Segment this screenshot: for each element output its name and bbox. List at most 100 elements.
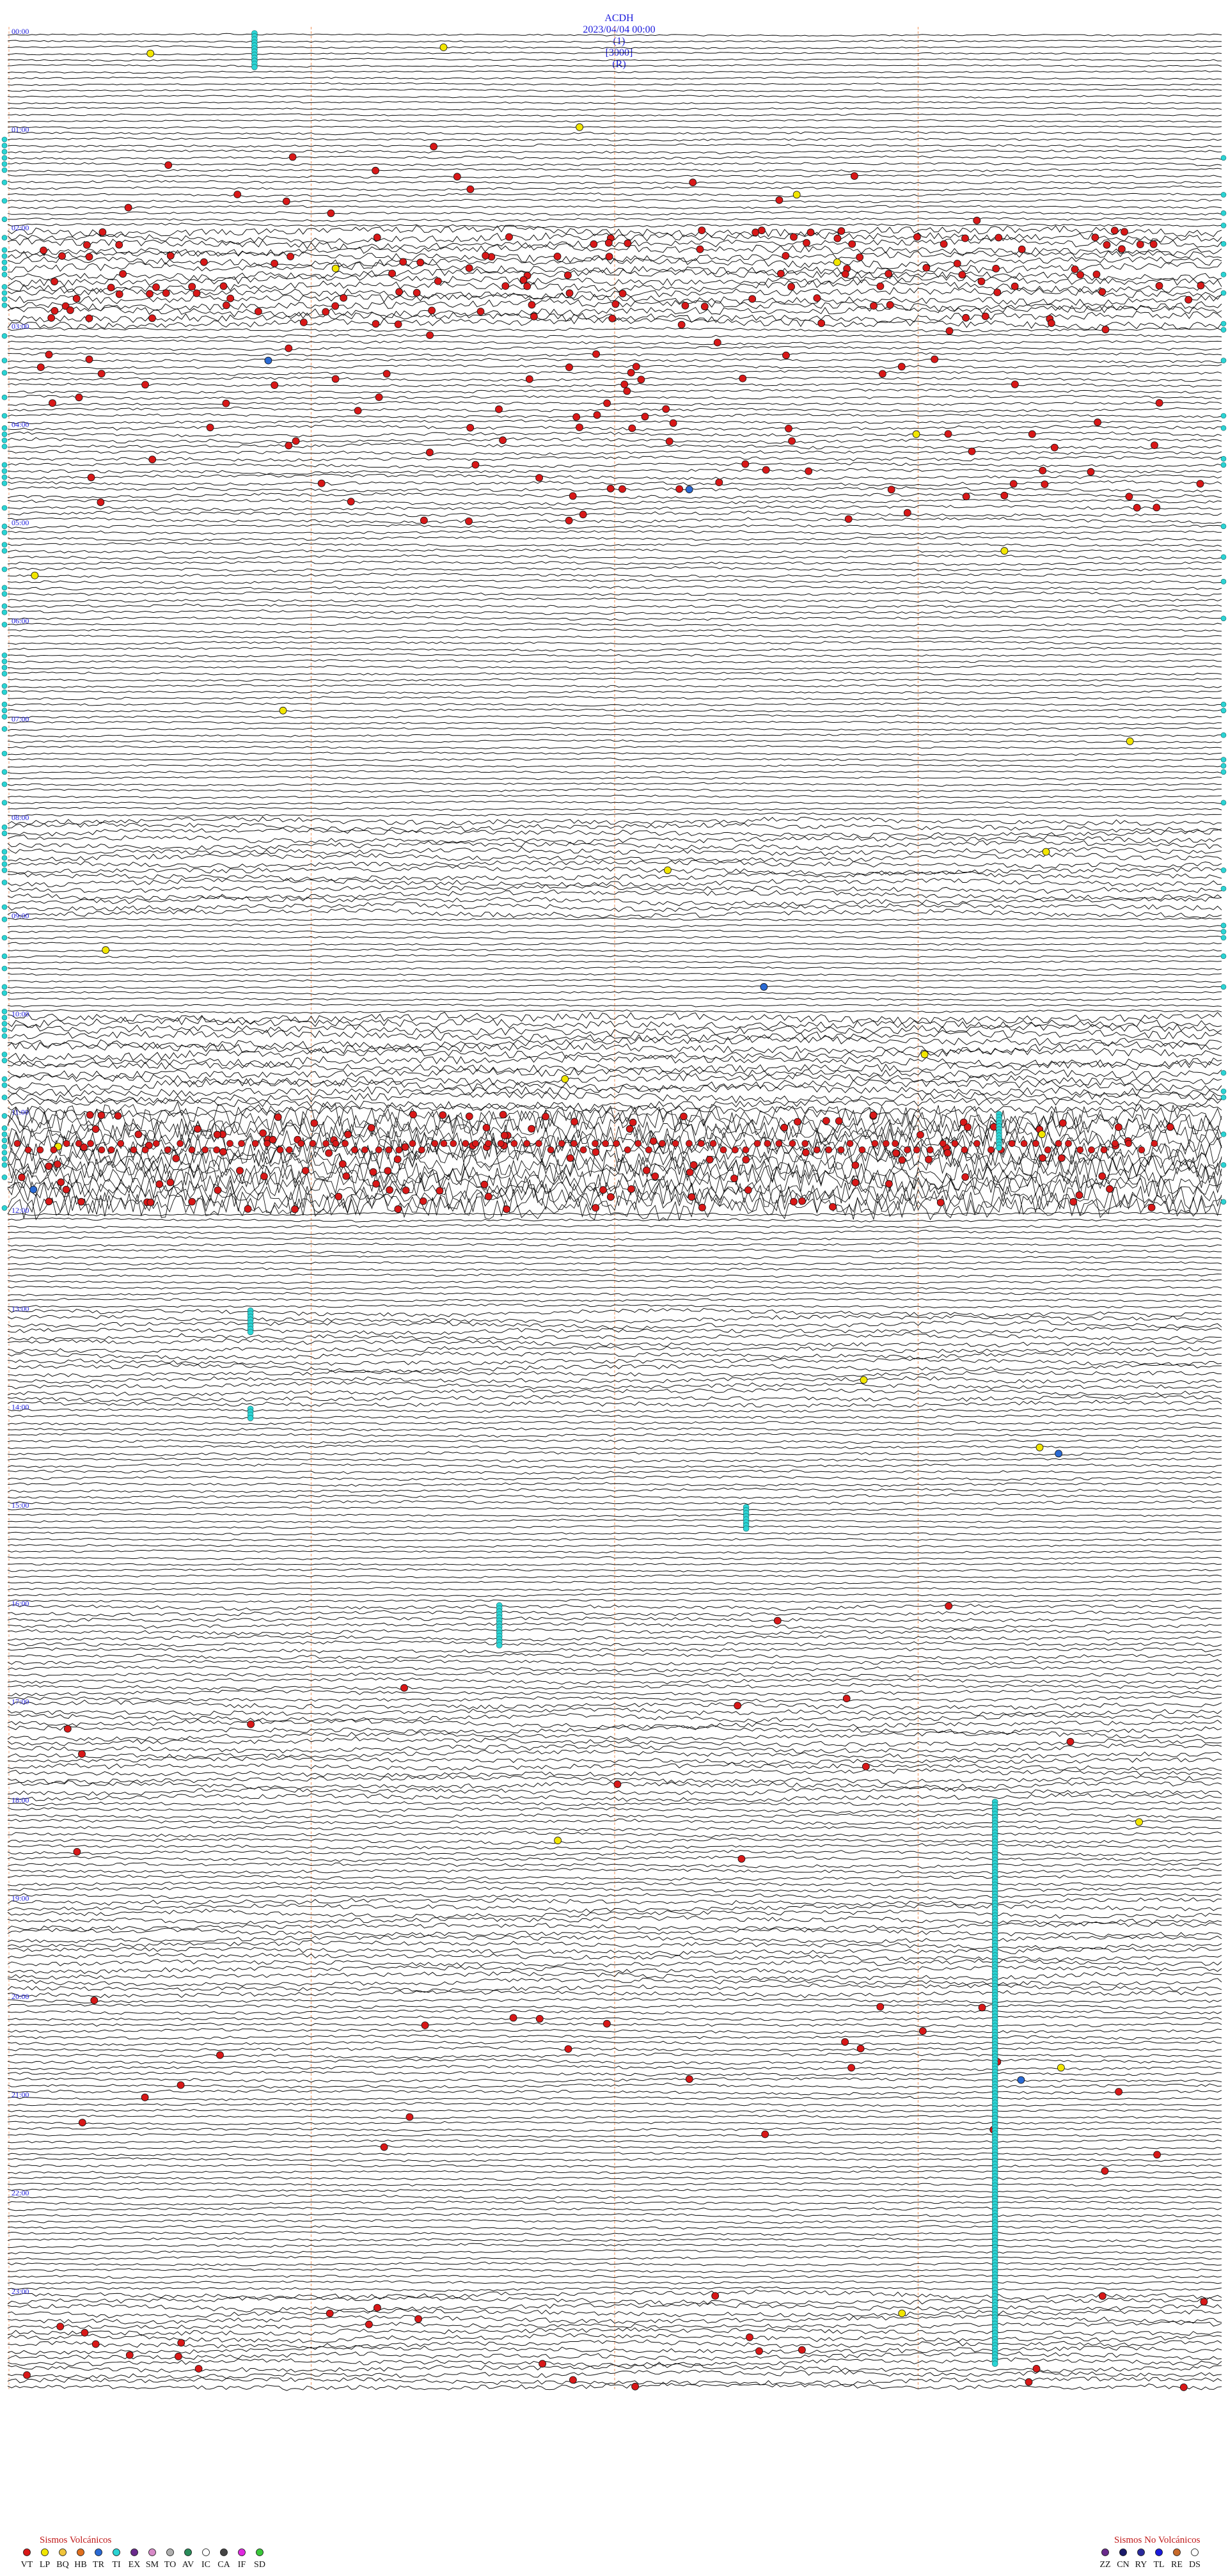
- event-vt: [681, 301, 689, 310]
- hour-label: 04:00: [12, 420, 29, 429]
- event-vt: [696, 245, 704, 253]
- legend-label-av: AV: [182, 2560, 194, 2570]
- event-vt: [288, 153, 297, 161]
- event-vt: [501, 282, 510, 290]
- event-vt: [1112, 1140, 1119, 1147]
- event-vt: [440, 1140, 448, 1147]
- edge-marker: [1, 143, 8, 148]
- legend-swatch-cn: [1119, 2548, 1127, 2556]
- event-vt: [47, 314, 56, 322]
- event-vt: [564, 2045, 572, 2053]
- event-vt: [188, 1146, 196, 1153]
- event-vt: [685, 2075, 693, 2083]
- event-vt: [758, 226, 766, 235]
- event-vt: [1075, 1191, 1083, 1199]
- seismogram-page: ACDH 2023/04/04 00:00 (1) [3000] (R) 00:…: [0, 0, 1228, 2576]
- edge-marker: [1, 880, 8, 885]
- event-vt: [592, 1148, 600, 1156]
- legend-swatch-ic: [202, 2548, 210, 2556]
- event-vt: [434, 277, 442, 285]
- event-vt: [922, 264, 931, 272]
- event-vt: [1076, 271, 1084, 279]
- event-vt: [569, 2376, 577, 2384]
- event-vt: [885, 270, 893, 278]
- edge-marker: [1, 548, 8, 554]
- event-vt: [940, 240, 948, 248]
- edge-marker: [1220, 800, 1227, 806]
- event-tremor: [743, 1525, 750, 1532]
- legend-swatch-ds: [1191, 2548, 1199, 2556]
- event-vt: [382, 370, 391, 378]
- event-vt: [599, 1186, 607, 1194]
- edge-marker: [1220, 701, 1227, 707]
- edge-marker: [1, 861, 8, 867]
- event-vt: [711, 2292, 720, 2300]
- event-lp: [1017, 2076, 1025, 2084]
- edge-marker: [1, 1027, 8, 1033]
- edge-marker: [1220, 413, 1227, 419]
- event-vt: [125, 2351, 134, 2359]
- event-vt: [918, 2027, 927, 2035]
- event-vt: [1185, 296, 1193, 304]
- event-vt: [835, 1117, 843, 1125]
- edge-marker: [1220, 885, 1227, 892]
- edge-marker: [1220, 953, 1227, 960]
- event-vt: [51, 278, 58, 286]
- event-vt: [23, 2371, 31, 2379]
- hour-label: 15:00: [12, 1501, 29, 1510]
- event-vt: [152, 1140, 160, 1147]
- event-vt: [565, 363, 573, 372]
- edge-marker: [1, 1125, 8, 1131]
- event-vt: [917, 1131, 924, 1139]
- event-vt: [645, 1146, 652, 1153]
- event-vt: [1098, 1172, 1106, 1180]
- event-vt: [49, 399, 56, 407]
- edge-marker: [1, 474, 8, 480]
- event-vt: [495, 405, 503, 413]
- event-vt: [499, 436, 507, 445]
- event-vt: [317, 479, 326, 487]
- event-vt: [450, 1140, 457, 1147]
- edge-marker: [1, 953, 8, 960]
- event-vt: [535, 474, 543, 482]
- event-vt: [1094, 418, 1101, 427]
- event-vt: [618, 485, 626, 493]
- event-vt: [1057, 1154, 1066, 1162]
- hour-label: 02:00: [12, 223, 29, 232]
- event-vt: [436, 1187, 444, 1195]
- event-vt: [342, 1140, 349, 1147]
- event-lp: [860, 1376, 868, 1384]
- event-vt: [1011, 381, 1019, 388]
- event-vt: [1147, 1203, 1156, 1212]
- event-vt: [988, 1146, 995, 1153]
- event-vt: [913, 1146, 920, 1153]
- event-vt: [945, 1602, 953, 1610]
- event-vt: [1106, 1185, 1114, 1193]
- event-vt: [742, 1146, 750, 1153]
- trace-row: [7, 261, 1222, 275]
- event-vt: [301, 1167, 310, 1174]
- event-vt: [566, 1154, 574, 1162]
- event-lp: [1038, 1130, 1046, 1139]
- event-vt: [214, 1186, 222, 1194]
- event-lp: [146, 49, 155, 58]
- event-vt: [509, 2014, 517, 2022]
- event-vt: [45, 1162, 53, 1170]
- event-vt: [162, 289, 170, 297]
- event-vt: [1041, 480, 1049, 488]
- event-vt: [62, 1185, 70, 1194]
- event-vt: [813, 294, 821, 302]
- edge-marker: [1220, 290, 1227, 296]
- event-vt: [375, 1146, 382, 1153]
- event-vt: [497, 1140, 505, 1147]
- event-vt: [75, 1140, 83, 1147]
- event-vt: [571, 1118, 578, 1126]
- event-vt: [1044, 1146, 1051, 1153]
- legend-label-sd: SD: [254, 2560, 265, 2570]
- edge-marker: [1, 726, 8, 732]
- event-lp: [561, 1075, 569, 1083]
- event-vt: [579, 510, 587, 519]
- event-vt: [775, 1140, 783, 1147]
- event-vt: [72, 294, 81, 303]
- event-vt: [373, 233, 381, 242]
